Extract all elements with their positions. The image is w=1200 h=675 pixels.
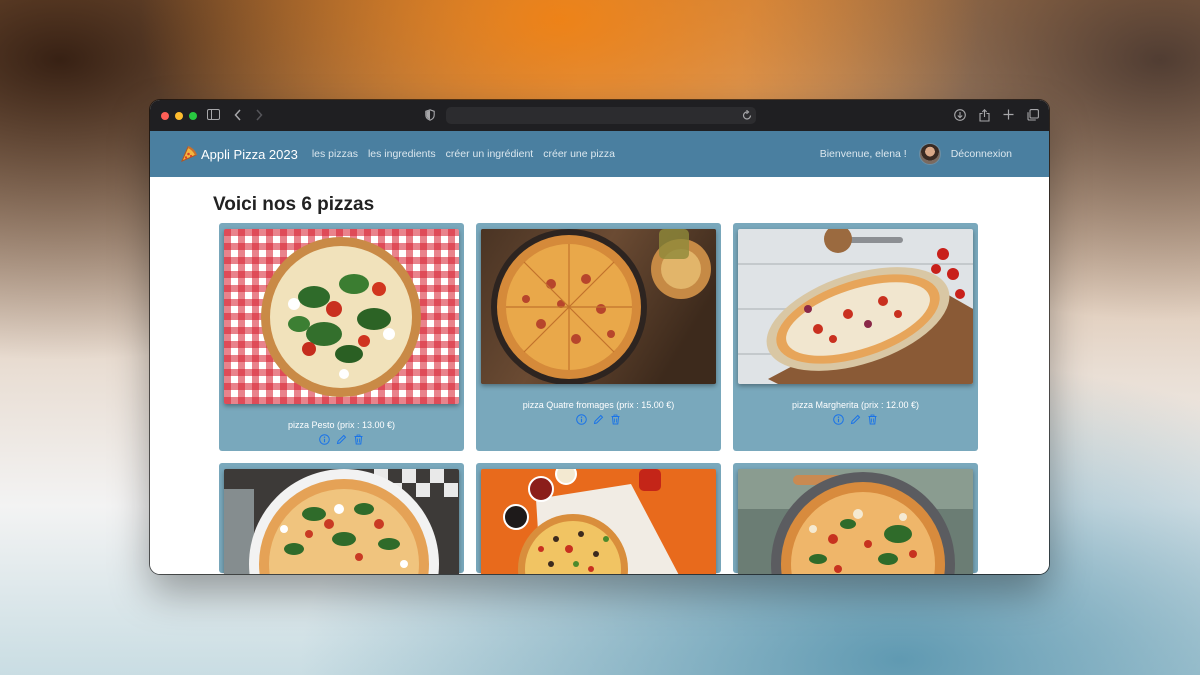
pizza-image[interactable] xyxy=(224,229,459,404)
browser-window: Appli Pizza 2023 les pizzas les ingredie… xyxy=(150,100,1049,574)
browser-toolbar xyxy=(150,100,1049,131)
nav-link-create-ingredient[interactable]: créer un ingrédient xyxy=(446,148,534,160)
avatar[interactable] xyxy=(918,143,941,165)
pencil-icon[interactable] xyxy=(593,414,604,425)
nav-links: les pizzas les ingredients créer un ingr… xyxy=(312,148,615,160)
pizza-image[interactable] xyxy=(738,469,973,574)
pizza-label: pizza Margherita (prix : 12.00 €) xyxy=(791,400,920,410)
pizza-card: pizza Quatre fromages (prix : 15.00 €) xyxy=(476,223,721,451)
pizza-grid: pizza Pesto (prix : 13.00 €) pizza Quatr… xyxy=(219,223,979,574)
pizza-actions xyxy=(481,414,716,431)
download-icon[interactable] xyxy=(954,109,966,121)
privacy-shield-icon[interactable] xyxy=(425,109,435,121)
trash-icon[interactable] xyxy=(867,414,878,425)
trash-icon[interactable] xyxy=(610,414,621,425)
new-tab-plus-icon[interactable] xyxy=(1003,109,1014,120)
user-menu: Bienvenue, elena ! Déconnexion xyxy=(820,143,1012,165)
info-icon[interactable] xyxy=(319,434,330,445)
pizza-card: pizza Pesto (prix : 13.00 €) xyxy=(219,223,464,451)
pencil-icon[interactable] xyxy=(336,434,347,445)
logout-link[interactable]: Déconnexion xyxy=(951,148,1012,160)
pizza-image[interactable] xyxy=(481,469,716,574)
pizza-card xyxy=(219,463,464,574)
tabs-overview-icon[interactable] xyxy=(1027,109,1039,121)
brand-name: Appli Pizza 2023 xyxy=(201,146,298,162)
pizza-slice-icon xyxy=(181,145,198,162)
reload-icon[interactable] xyxy=(742,110,752,121)
pizza-actions xyxy=(224,434,459,451)
pizza-label: pizza Pesto (prix : 13.00 €) xyxy=(287,420,396,430)
info-icon[interactable] xyxy=(833,414,844,425)
trash-icon[interactable] xyxy=(353,434,364,445)
sidebar-toggle-icon[interactable] xyxy=(207,109,220,120)
maximize-window-button[interactable] xyxy=(189,111,197,120)
address-bar[interactable] xyxy=(446,107,756,124)
close-window-button[interactable] xyxy=(161,111,169,120)
page-title: Voici nos 6 pizzas xyxy=(213,194,375,215)
pizza-card xyxy=(733,463,978,574)
nav-link-ingredients[interactable]: les ingredients xyxy=(368,148,436,160)
brand[interactable]: Appli Pizza 2023 xyxy=(180,145,298,163)
pizza-card: pizza Margherita (prix : 12.00 €) xyxy=(733,223,978,451)
welcome-text: Bienvenue, elena ! xyxy=(819,148,907,160)
window-controls xyxy=(161,111,197,120)
navbar: Appli Pizza 2023 les pizzas les ingredie… xyxy=(150,131,1049,177)
pencil-icon[interactable] xyxy=(850,414,861,425)
pizza-card xyxy=(476,463,721,574)
nav-link-pizzas[interactable]: les pizzas xyxy=(312,148,358,160)
share-icon[interactable] xyxy=(979,109,990,122)
nav-link-create-pizza[interactable]: créer une pizza xyxy=(543,148,615,160)
pizza-image[interactable] xyxy=(481,229,716,384)
pizza-actions xyxy=(738,414,973,431)
minimize-window-button[interactable] xyxy=(175,111,183,120)
back-arrow-icon[interactable] xyxy=(234,109,242,121)
forward-arrow-icon[interactable] xyxy=(255,109,263,121)
pizza-image[interactable] xyxy=(224,469,459,574)
pizza-image[interactable] xyxy=(738,229,973,384)
pizza-label: pizza Quatre fromages (prix : 15.00 €) xyxy=(522,400,675,410)
app-viewport: Appli Pizza 2023 les pizzas les ingredie… xyxy=(150,131,1049,574)
info-icon[interactable] xyxy=(576,414,587,425)
